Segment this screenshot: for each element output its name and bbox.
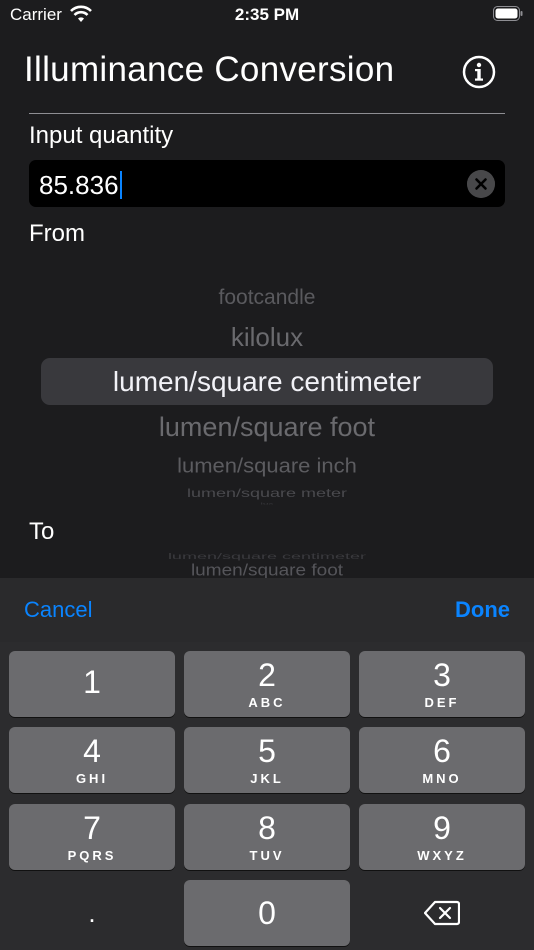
picker-option[interactable]: lux	[0, 502, 534, 505]
key-digit: 7	[83, 809, 101, 846]
key-3[interactable]: 3 DEF	[359, 651, 525, 717]
key-digit: 8	[258, 809, 276, 846]
page-title: Illuminance Conversion	[24, 50, 395, 89]
status-time: 2:35 PM	[234, 5, 300, 24]
picker-option-selected[interactable]: lumen/square centimeter	[0, 366, 534, 398]
key-digit: 5	[258, 732, 276, 769]
key-letters: JKL	[250, 770, 284, 786]
key-7[interactable]: 7 PQRS	[9, 804, 175, 870]
key-2[interactable]: 2 ABC	[184, 651, 350, 717]
cancel-button[interactable]: Cancel	[24, 597, 92, 623]
key-digit: 1	[83, 664, 101, 700]
key-letters: GHI	[75, 770, 109, 786]
picker-option[interactable]: kilolux	[0, 322, 534, 353]
from-label: From	[29, 220, 85, 247]
quantity-input-value: 85.836	[39, 170, 119, 200]
key-5[interactable]: 5 JKL	[184, 727, 350, 793]
status-bar: Carrier 2:35 PM	[0, 0, 534, 30]
key-digit: 0	[258, 895, 276, 931]
key-1[interactable]: 1	[9, 651, 175, 717]
done-button[interactable]: Done	[455, 597, 510, 623]
delete-backspace-icon	[424, 900, 460, 926]
picker-option[interactable]: lumen/square meter	[0, 487, 534, 501]
to-label: To	[29, 518, 55, 545]
key-letters: TUV	[249, 847, 285, 863]
key-letters: WXYZ	[417, 847, 467, 863]
battery-icon	[493, 6, 523, 21]
text-caret	[119, 171, 122, 199]
header-divider	[29, 113, 505, 114]
key-decimal-label: .	[88, 897, 96, 928]
key-letters: MNO	[422, 770, 462, 786]
keyboard-toolbar: Cancel Done	[0, 578, 534, 642]
key-0[interactable]: 0	[184, 880, 350, 946]
picker-option[interactable]: lumen/square foot	[0, 412, 534, 443]
key-delete[interactable]	[359, 880, 525, 946]
key-6[interactable]: 6 MNO	[359, 727, 525, 793]
key-9[interactable]: 9 WXYZ	[359, 804, 525, 870]
key-digit: 9	[433, 809, 451, 846]
key-4[interactable]: 4 GHI	[9, 727, 175, 793]
key-letters: PQRS	[67, 847, 117, 863]
key-digit: 4	[83, 732, 101, 769]
picker-option[interactable]: lumen/square inch	[0, 454, 534, 478]
key-8[interactable]: 8 TUV	[184, 804, 350, 870]
key-digit: 3	[433, 656, 451, 693]
info-icon[interactable]	[462, 55, 496, 89]
key-decimal[interactable]: .	[9, 880, 175, 946]
clear-text-icon[interactable]	[467, 170, 495, 198]
key-letters: DEF	[424, 694, 460, 710]
key-digit: 6	[433, 732, 451, 769]
input-quantity-label: Input quantity	[29, 122, 174, 149]
key-letters: ABC	[248, 694, 286, 710]
key-digit: 2	[258, 656, 276, 693]
picker-option[interactable]: footcandle	[0, 286, 534, 310]
quantity-input[interactable]: 85.836	[29, 160, 505, 207]
numeric-keypad: 1 2 ABC 3 DEF 4 GHI 5 JKL 6 MNO 7 PQRS 8…	[0, 642, 534, 950]
picker-option[interactable]: lumen/square centimeter	[0, 552, 534, 561]
